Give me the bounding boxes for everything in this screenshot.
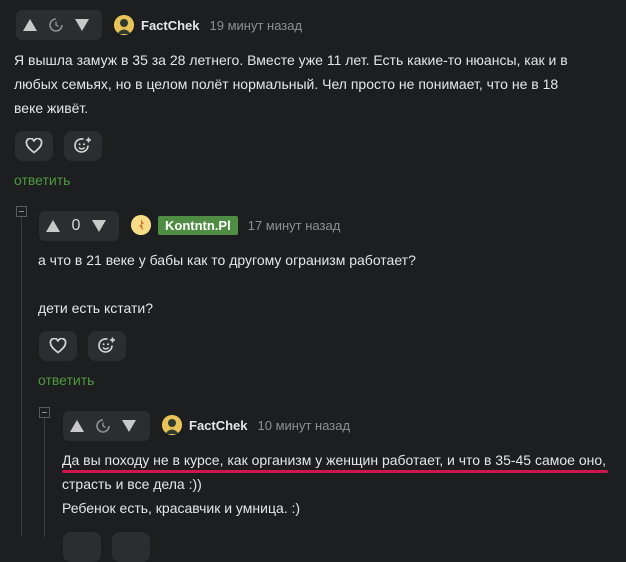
downvote-arrow-icon[interactable] bbox=[74, 18, 90, 32]
emoji-add-icon bbox=[98, 337, 115, 353]
text-line: веке живёт. bbox=[14, 100, 89, 116]
collapse-minus-icon bbox=[42, 412, 47, 413]
text-line: Да вы походу не в курсе, как организм у … bbox=[62, 452, 607, 468]
reaction-button[interactable] bbox=[88, 331, 126, 361]
collapse-button[interactable] bbox=[16, 206, 27, 217]
upvote-arrow-icon[interactable] bbox=[45, 219, 61, 233]
reply-link[interactable]: ответить bbox=[38, 372, 94, 388]
thread-line bbox=[44, 418, 45, 537]
text-line: а что в 21 веке у бабы как то другому ог… bbox=[38, 252, 416, 268]
vote-widget bbox=[16, 10, 102, 40]
heart-icon bbox=[49, 338, 67, 354]
comment-header: FactChek 19 минут назад bbox=[114, 14, 302, 36]
text-line: страсть и все дела :)) bbox=[62, 476, 202, 492]
avatar-image bbox=[131, 215, 151, 235]
thread-line bbox=[21, 217, 22, 537]
username[interactable]: FactChek bbox=[141, 18, 200, 33]
upvote-arrow-icon[interactable] bbox=[22, 18, 38, 32]
downvote-arrow-icon[interactable] bbox=[121, 419, 137, 433]
vote-widget bbox=[63, 411, 150, 441]
comment-header: FactChek 10 минут назад bbox=[162, 414, 350, 436]
timestamp[interactable]: 10 минут назад bbox=[258, 418, 351, 433]
text-line: любых семьях, но в целом полёт нормальны… bbox=[14, 76, 559, 92]
reaction-button[interactable] bbox=[64, 131, 102, 161]
collapse-button[interactable] bbox=[39, 407, 50, 418]
emoji-add-icon bbox=[74, 137, 91, 153]
timestamp[interactable]: 17 минут назад bbox=[248, 218, 341, 233]
like-button[interactable] bbox=[39, 331, 77, 361]
clock-icon bbox=[96, 419, 110, 433]
avatar-image bbox=[114, 15, 134, 35]
vote-score: 0 bbox=[71, 217, 81, 234]
text-line: Я вышла замуж в 35 за 28 летнего. Вместе… bbox=[14, 52, 568, 68]
avatar-image bbox=[162, 415, 182, 435]
collapse-minus-icon bbox=[19, 211, 24, 212]
comment-header: Kontntn.Pl 17 минут назад bbox=[131, 214, 340, 236]
heart-icon bbox=[25, 138, 43, 154]
highlight-underline bbox=[62, 470, 608, 473]
username[interactable]: Kontntn.Pl bbox=[158, 215, 238, 235]
text-line: дети есть кстати? bbox=[38, 300, 154, 316]
comment-text: Да вы походу не в курсе, как организм у … bbox=[62, 448, 606, 520]
clock-icon bbox=[49, 18, 63, 32]
text-line bbox=[38, 272, 416, 296]
timestamp[interactable]: 19 минут назад bbox=[210, 18, 303, 33]
avatar[interactable] bbox=[114, 15, 134, 35]
text-line: Ребенок есть, красавчик и умница. :) bbox=[62, 500, 301, 516]
avatar[interactable] bbox=[131, 215, 151, 235]
downvote-arrow-icon[interactable] bbox=[91, 219, 107, 233]
upvote-arrow-icon[interactable] bbox=[69, 419, 85, 433]
comment-text: Я вышла замуж в 35 за 28 летнего. Вместе… bbox=[14, 48, 568, 120]
username[interactable]: FactChek bbox=[189, 418, 248, 433]
like-button[interactable] bbox=[15, 131, 53, 161]
avatar[interactable] bbox=[162, 415, 182, 435]
comment-text: а что в 21 веке у бабы как то другому ог… bbox=[38, 248, 416, 320]
reply-link[interactable]: ответить bbox=[14, 172, 70, 188]
vote-widget: 0 bbox=[39, 211, 119, 241]
